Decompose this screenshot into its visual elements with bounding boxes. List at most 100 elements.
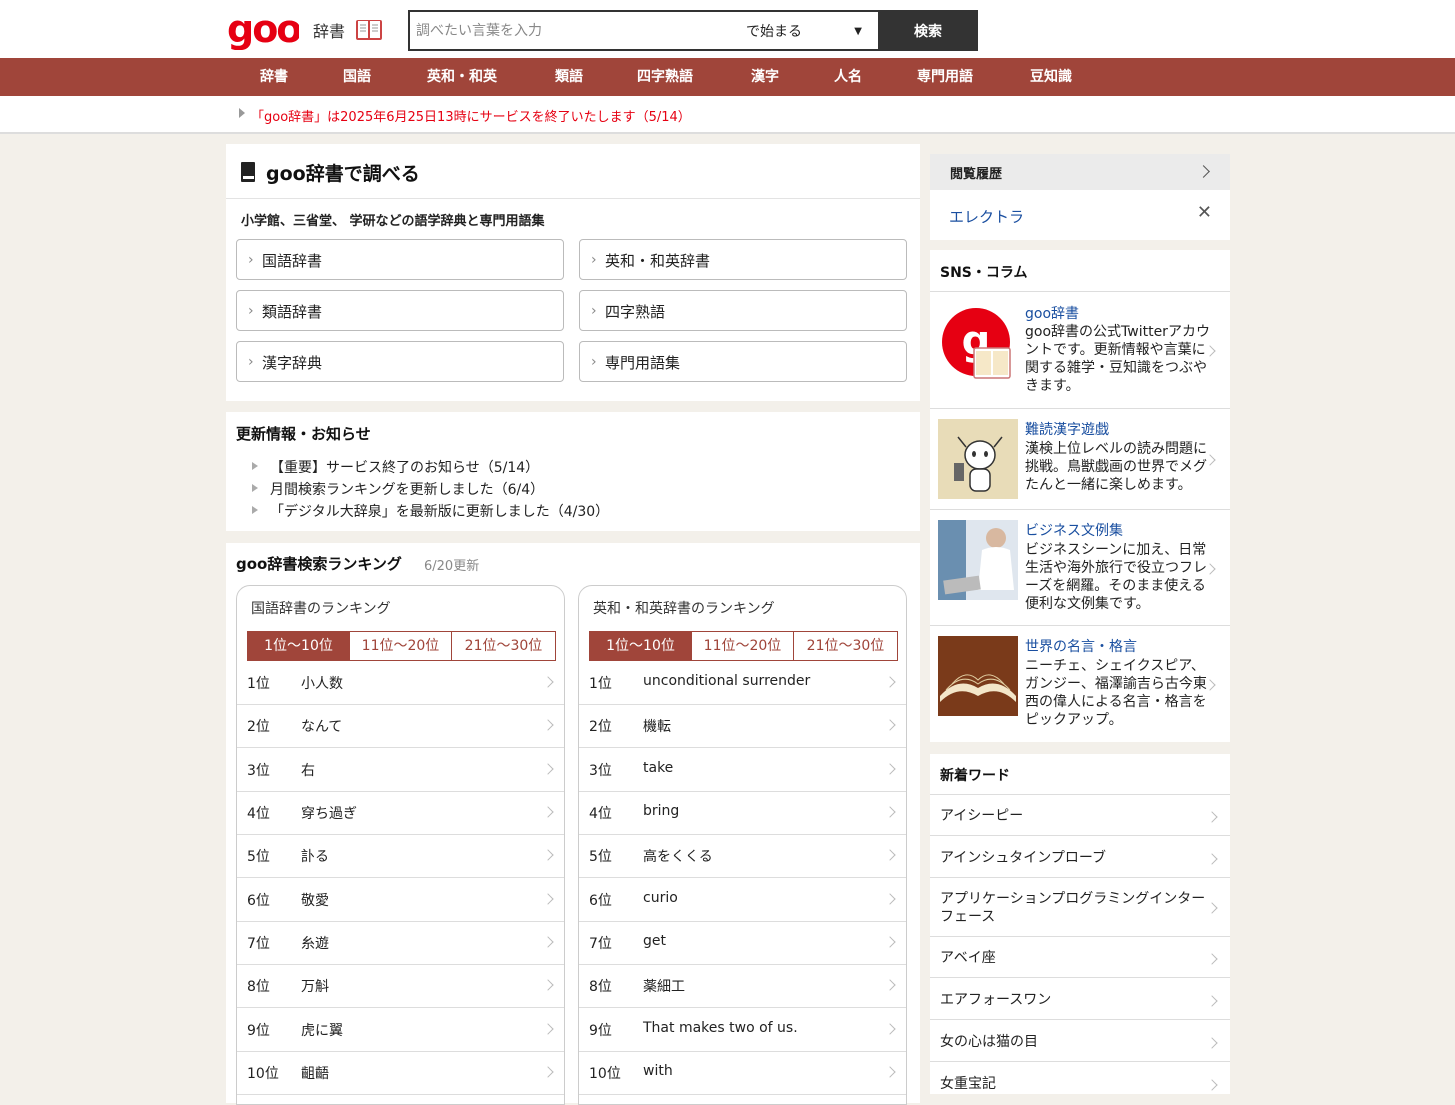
sns-item-desc: goo辞書の公式Twitterアカウントです。更新情報や言葉に関する雑学・豆知識… — [1025, 324, 1210, 394]
nav-item-jinmei[interactable]: 人名 — [834, 58, 862, 96]
news-item[interactable]: 月間検索ランキングを更新しました（6/4） — [251, 479, 544, 499]
rank-number: 7位 — [247, 936, 270, 952]
new-word-item[interactable]: アイシーピー — [930, 794, 1230, 836]
dict-card-kokugo[interactable]: › 国語辞書 — [236, 239, 564, 280]
nav-item-kanji[interactable]: 漢字 — [751, 58, 779, 96]
new-word-label: エアフォースワン — [940, 992, 1052, 1008]
goo-logo[interactable]: goo — [227, 10, 299, 50]
ranking-row[interactable]: 9位 That makes two of us. — [579, 1008, 906, 1052]
search-input[interactable] — [410, 12, 742, 49]
meigen-thumb — [938, 636, 1018, 716]
nav-item-senmon[interactable]: 専門用語 — [917, 58, 973, 96]
new-word-item[interactable]: アインシュタインプローブ — [930, 835, 1230, 878]
new-word-item[interactable]: 女の心は猫の目 — [930, 1019, 1230, 1062]
new-word-item[interactable]: アプリケーションプログラミングインターフェース — [930, 877, 1230, 937]
ranking-row[interactable]: 3位 右 — [237, 748, 564, 792]
tab-rank-1-10[interactable]: 1位〜10位 — [589, 631, 692, 661]
ranking-row[interactable]: 9位 虎に翼 — [237, 1008, 564, 1052]
history-panel: エレクトラ ✕ — [930, 190, 1230, 240]
new-word-item[interactable]: 女重宝記 — [930, 1061, 1230, 1095]
chevron-right-icon — [884, 1023, 896, 1035]
site-name: 辞書 — [313, 22, 346, 41]
history-item[interactable]: エレクトラ — [949, 206, 1024, 227]
nav-item-mamechishiki[interactable]: 豆知識 — [1030, 58, 1072, 96]
ranking-row[interactable]: 1位 小人数 — [237, 661, 564, 705]
rank-number: 1位 — [589, 676, 612, 692]
history-header[interactable]: 閲覧履歴 — [930, 154, 1230, 190]
nav-item-jisho[interactable]: 辞書 — [260, 58, 288, 96]
ranking-row[interactable]: 4位 穿ち過ぎ — [237, 791, 564, 835]
tab-rank-11-20[interactable]: 11位〜20位 — [691, 631, 794, 661]
ranking-row[interactable]: 7位 get — [579, 921, 906, 965]
chevron-right-icon — [542, 719, 554, 731]
rank-word: 機転 — [643, 719, 671, 735]
rank-number: 8位 — [247, 979, 270, 995]
dict-card-ruigo[interactable]: › 類語辞書 — [236, 290, 564, 331]
sns-item-business[interactable]: ビジネス文例集 ビジネスシーンに加え、日常生活や海外旅行で役立つフレーズを網羅。… — [930, 509, 1230, 626]
ranking-row[interactable]: 5位 訃る — [237, 834, 564, 878]
rank-number: 4位 — [247, 806, 270, 822]
close-icon[interactable]: ✕ — [1197, 202, 1212, 223]
ranking-row[interactable]: 8位 万斛 — [237, 964, 564, 1008]
tab-rank-21-30[interactable]: 21位〜30位 — [451, 631, 556, 661]
sns-item-goo-jisho[interactable]: g goo辞書 goo辞書の公式Twitterアカウントです。更新情報や言葉に関… — [930, 291, 1230, 409]
rank-word: 敬愛 — [301, 893, 329, 909]
new-word-item[interactable]: エアフォースワン — [930, 977, 1230, 1020]
lookup-title: goo辞書で調べる — [266, 163, 420, 185]
sns-item-nandoku-kanji[interactable]: 難読漢字遊戯 漢検上位レベルの読み問題に挑戦。鳥獣戯画の世界でメグたんと一緒に楽… — [930, 408, 1230, 510]
dict-card-yojijukugo[interactable]: › 四字熟語 — [579, 290, 907, 331]
search-mode-select[interactable]: で始まる ▼ — [732, 12, 878, 49]
nav-item-yojijukugo[interactable]: 四字熟語 — [637, 58, 693, 96]
ranking-row[interactable]: 2位 機転 — [579, 704, 906, 748]
nav-item-eiwa[interactable]: 英和・和英 — [427, 58, 497, 96]
ranking-row[interactable]: 10位 with — [579, 1051, 906, 1095]
sns-item-meigen[interactable]: 世界の名言・格言 ニーチェ、シェイクスピア、ガンジー、福澤諭吉ら古今東西の偉人に… — [930, 625, 1230, 742]
chevron-right-icon: › — [591, 252, 597, 268]
search-form: で始まる ▼ 検索 — [408, 10, 978, 51]
sns-panel: SNS・コラム g goo辞書 goo辞書の公式Twitterアカウントです。更… — [930, 250, 1230, 742]
rank-word: 万斛 — [301, 979, 329, 995]
dict-card-senmon[interactable]: › 専門用語集 — [579, 341, 907, 382]
notice-bar: 「goo辞書」は2025年6月25日13時にサービスを終了いたします（5/14） — [0, 96, 1455, 134]
rank-number: 9位 — [589, 1023, 612, 1039]
chevron-right-icon — [884, 893, 896, 905]
dict-card-label: 類語辞書 — [262, 303, 323, 321]
divider — [226, 198, 920, 199]
ranking-row[interactable]: 2位 なんて — [237, 704, 564, 748]
chevron-right-icon — [542, 806, 554, 818]
ranking-row[interactable]: 3位 take — [579, 748, 906, 792]
ranking-row[interactable]: 8位 薬細工 — [579, 964, 906, 1008]
ranking-kokugo: 国語辞書のランキング 1位〜10位 11位〜20位 21位〜30位 1位 小人数 … — [236, 585, 565, 1105]
chevron-right-icon — [884, 763, 896, 775]
new-word-item[interactable]: アベイ座 — [930, 936, 1230, 978]
nav-item-ruigo[interactable]: 類語 — [555, 58, 583, 96]
sns-item-desc: 漢検上位レベルの読み問題に挑戦。鳥獣戯画の世界でメグたんと一緒に楽しめます。 — [1025, 441, 1207, 493]
new-words-title: 新着ワード — [940, 768, 1010, 784]
ranking-row[interactable]: 6位 敬愛 — [237, 878, 564, 922]
news-item[interactable]: 「デジタル大辞泉」を最新版に更新しました（4/30） — [251, 501, 609, 521]
rank-word: 訃る — [301, 849, 329, 865]
chevron-right-icon — [884, 719, 896, 731]
rank-number: 10位 — [589, 1066, 621, 1082]
tab-rank-11-20[interactable]: 11位〜20位 — [349, 631, 452, 661]
dict-card-eiwa[interactable]: › 英和・和英辞書 — [579, 239, 907, 280]
ranking-tabs: 1位〜10位 11位〜20位 21位〜30位 — [247, 631, 556, 661]
dict-card-kanji[interactable]: › 漢字辞典 — [236, 341, 564, 382]
ranking-row[interactable]: 4位 bring — [579, 791, 906, 835]
new-word-label: アイシーピー — [940, 808, 1024, 824]
search-button[interactable]: 検索 — [878, 10, 978, 51]
ranking-row[interactable]: 10位 齟齬 — [237, 1051, 564, 1095]
ranking-row[interactable]: 5位 高をくくる — [579, 834, 906, 878]
lookup-subtitle: 小学館、三省堂、 学研などの語学辞典と専門用語集 — [241, 214, 545, 229]
ranking-row[interactable]: 1位 unconditional surrender — [579, 661, 906, 705]
notice-link[interactable]: 「goo辞書」は2025年6月25日13時にサービスを終了いたします（5/14） — [251, 106, 691, 125]
rank-number: 2位 — [247, 719, 270, 735]
chevron-right-icon — [542, 763, 554, 775]
nav-item-kokugo[interactable]: 国語 — [343, 58, 371, 96]
ranking-row[interactable]: 7位 糸遊 — [237, 921, 564, 965]
book-icon — [241, 162, 255, 182]
tab-rank-21-30[interactable]: 21位〜30位 — [793, 631, 898, 661]
tab-rank-1-10[interactable]: 1位〜10位 — [247, 631, 350, 661]
ranking-row[interactable]: 6位 curio — [579, 878, 906, 922]
news-item[interactable]: 【重要】サービス終了のお知らせ（5/14） — [251, 457, 539, 477]
